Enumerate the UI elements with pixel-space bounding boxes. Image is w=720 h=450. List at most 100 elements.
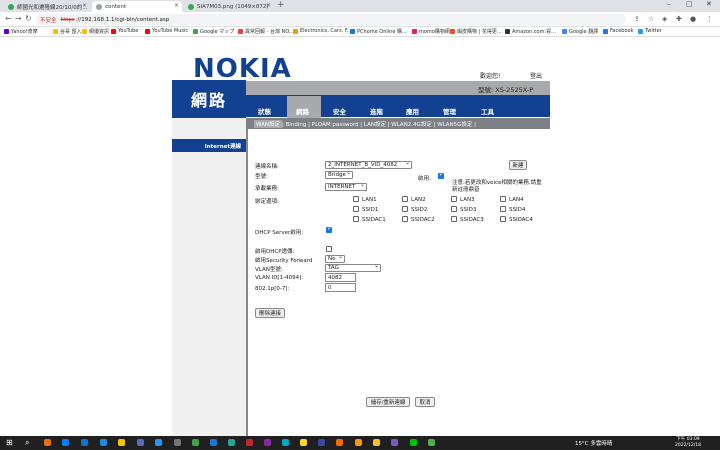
close-tab-icon[interactable]: × <box>82 2 87 9</box>
app-taskbar-icon[interactable] <box>282 439 289 446</box>
share-icon[interactable]: ⇪ <box>634 15 640 23</box>
ssidac2-checkbox[interactable] <box>402 216 408 222</box>
app-taskbar-icon[interactable] <box>264 439 271 446</box>
app-taskbar-icon[interactable] <box>137 439 144 446</box>
lan1-checkbox[interactable] <box>353 196 359 202</box>
close-window-icon[interactable]: ✕ <box>706 0 712 8</box>
cancel-button[interactable]: 取消 <box>415 397 435 407</box>
enable-checkbox[interactable] <box>438 171 444 179</box>
app-taskbar-icon[interactable] <box>336 439 343 446</box>
app-taskbar-icon[interactable] <box>81 439 88 446</box>
sidebar-item-internet[interactable]: Internet連線 <box>172 139 246 152</box>
ssidac4-checkbox[interactable] <box>500 216 506 222</box>
conn-name-select[interactable]: 2_INTERNET_B_VID_4082 <box>325 159 412 169</box>
bookmark-item[interactable]: momo購物網 <box>412 28 450 35</box>
app-taskbar-icon[interactable] <box>428 439 435 446</box>
app-taskbar-icon[interactable] <box>155 439 162 446</box>
app-taskbar-icon[interactable] <box>318 439 325 446</box>
app-taskbar-icon[interactable] <box>228 439 235 446</box>
bookmark-item[interactable]: Electronics, Cars, F... <box>293 28 352 34</box>
nav-tools[interactable]: 工具 <box>481 106 494 116</box>
not-secure-warning[interactable]: 不安全 <box>40 16 57 24</box>
bookmark-item[interactable]: Amazon.com:買... <box>505 28 556 35</box>
chrome-taskbar-icon[interactable] <box>44 439 51 446</box>
new-button[interactable]: 新建 <box>509 160 527 170</box>
windows-start-icon[interactable]: ⊞ <box>6 438 13 447</box>
bookmark-item[interactable]: 谷哥 匯入 <box>53 28 82 35</box>
ssid4-checkbox[interactable] <box>500 206 506 212</box>
ssidac3-checkbox[interactable] <box>451 216 457 222</box>
ssid2-checkbox[interactable] <box>402 206 408 212</box>
minimize-icon[interactable]: – <box>667 0 671 8</box>
bookmark-item[interactable]: Google マップ <box>193 28 234 35</box>
ssid3-checkbox[interactable] <box>451 206 457 212</box>
nav-advanced[interactable]: 進階 <box>370 106 383 116</box>
star-icon[interactable]: ☆ <box>648 15 654 23</box>
logout-link[interactable]: 登出 <box>530 71 542 80</box>
nav-network[interactable]: 網路 <box>296 106 309 116</box>
search-icon[interactable]: ⌕ <box>25 438 29 448</box>
bookmark-item[interactable]: Twitter <box>638 28 662 34</box>
edge-taskbar-icon[interactable] <box>62 439 69 446</box>
priority-input[interactable]: 0 <box>325 283 356 292</box>
app-taskbar-icon[interactable] <box>391 439 398 446</box>
app-taskbar-icon[interactable] <box>210 439 217 446</box>
app-taskbar-icon[interactable] <box>355 439 362 446</box>
ssid1-checkbox[interactable] <box>353 206 359 212</box>
menu-icon[interactable]: ⋮ <box>706 15 713 23</box>
line-taskbar-icon[interactable] <box>410 439 417 446</box>
bookmark-item[interactable]: Google 翻譯 <box>562 28 598 35</box>
reload-icon[interactable]: ↻ <box>25 14 32 23</box>
app-taskbar-icon[interactable] <box>300 439 307 446</box>
bookmark-item[interactable]: Facebook <box>603 28 634 34</box>
nav-management[interactable]: 管理 <box>443 106 456 116</box>
bookmark-item[interactable]: YouTube Music <box>145 28 188 34</box>
nav-security[interactable]: 安全 <box>333 106 346 116</box>
app-taskbar-icon[interactable] <box>373 439 380 446</box>
maximize-icon[interactable]: ▢ <box>686 0 693 8</box>
subnav-links[interactable]: | Binding | PLOAM password | LAN設定 | WLA… <box>282 120 476 128</box>
extension-icon[interactable]: ◈ <box>662 15 667 23</box>
explorer-taskbar-icon[interactable] <box>118 439 125 446</box>
save-reconnect-button[interactable]: 儲存/重新連線 <box>366 397 410 407</box>
bookmark-item[interactable]: YouTube <box>111 28 138 34</box>
ssidac1-checkbox[interactable] <box>353 216 359 222</box>
browser-tab-2[interactable]: content × <box>92 1 182 12</box>
bookmark-item[interactable]: 異常回報 - 台灣 NO... <box>238 28 294 35</box>
vlan-id-input[interactable]: 4082 <box>325 273 356 282</box>
nav-application[interactable]: 應用 <box>406 106 419 116</box>
weather-widget[interactable]: 15°C 多雲時晴 <box>575 439 612 447</box>
url-field[interactable]: 不安全 https ://192.168.1.1/cgi-bin/content… <box>36 14 626 25</box>
lan2-checkbox[interactable] <box>402 196 408 202</box>
bookmark-item[interactable]: Yahoo!奇摩 <box>4 28 38 35</box>
dhcp-server-checkbox[interactable] <box>326 225 332 233</box>
profile-icon[interactable]: ● <box>690 15 696 23</box>
delete-connection-button[interactable]: 刪除連接 <box>255 308 285 318</box>
service-select[interactable]: INTERNET <box>325 181 367 191</box>
close-tab-icon[interactable]: × <box>266 2 271 9</box>
dhcp-relay-checkbox[interactable] <box>326 246 332 252</box>
bookmark-item[interactable]: PChome Online 購... <box>350 28 407 35</box>
back-icon[interactable]: ← <box>5 14 12 23</box>
mode-select[interactable]: Bridge <box>325 169 353 179</box>
security-forward-select[interactable]: No <box>325 253 345 263</box>
app-taskbar-icon[interactable] <box>100 439 107 446</box>
forward-icon[interactable]: → <box>15 14 22 23</box>
browser-tab-3[interactable]: SIA7M03.png (1049×872) × <box>184 1 274 12</box>
new-tab-icon[interactable]: + <box>277 0 285 10</box>
subnav-wan[interactable]: WAN設定 <box>254 119 283 128</box>
lan3-checkbox[interactable] <box>451 196 457 202</box>
browser-tab-1[interactable]: 師國光和遷隆線20/10/0的… × <box>4 1 90 12</box>
bookmark-item[interactable]: 蝦皮購物 | 花得更... <box>450 28 502 35</box>
close-tab-icon[interactable]: × <box>174 2 179 9</box>
ssid1-label: SSID1 <box>362 207 379 213</box>
app-taskbar-icon[interactable] <box>192 439 199 446</box>
app-taskbar-icon[interactable] <box>174 439 181 446</box>
vlan-mode-select[interactable]: TAG <box>325 262 381 272</box>
bookmark-item[interactable]: 網優資訊 <box>82 28 109 35</box>
lan4-checkbox[interactable] <box>500 196 506 202</box>
puzzle-icon[interactable]: ✚ <box>676 15 682 23</box>
nav-status[interactable]: 狀態 <box>258 106 271 116</box>
app-taskbar-icon[interactable] <box>246 439 253 446</box>
clock[interactable]: 下午 03:09 2022/12/18 <box>675 437 701 449</box>
